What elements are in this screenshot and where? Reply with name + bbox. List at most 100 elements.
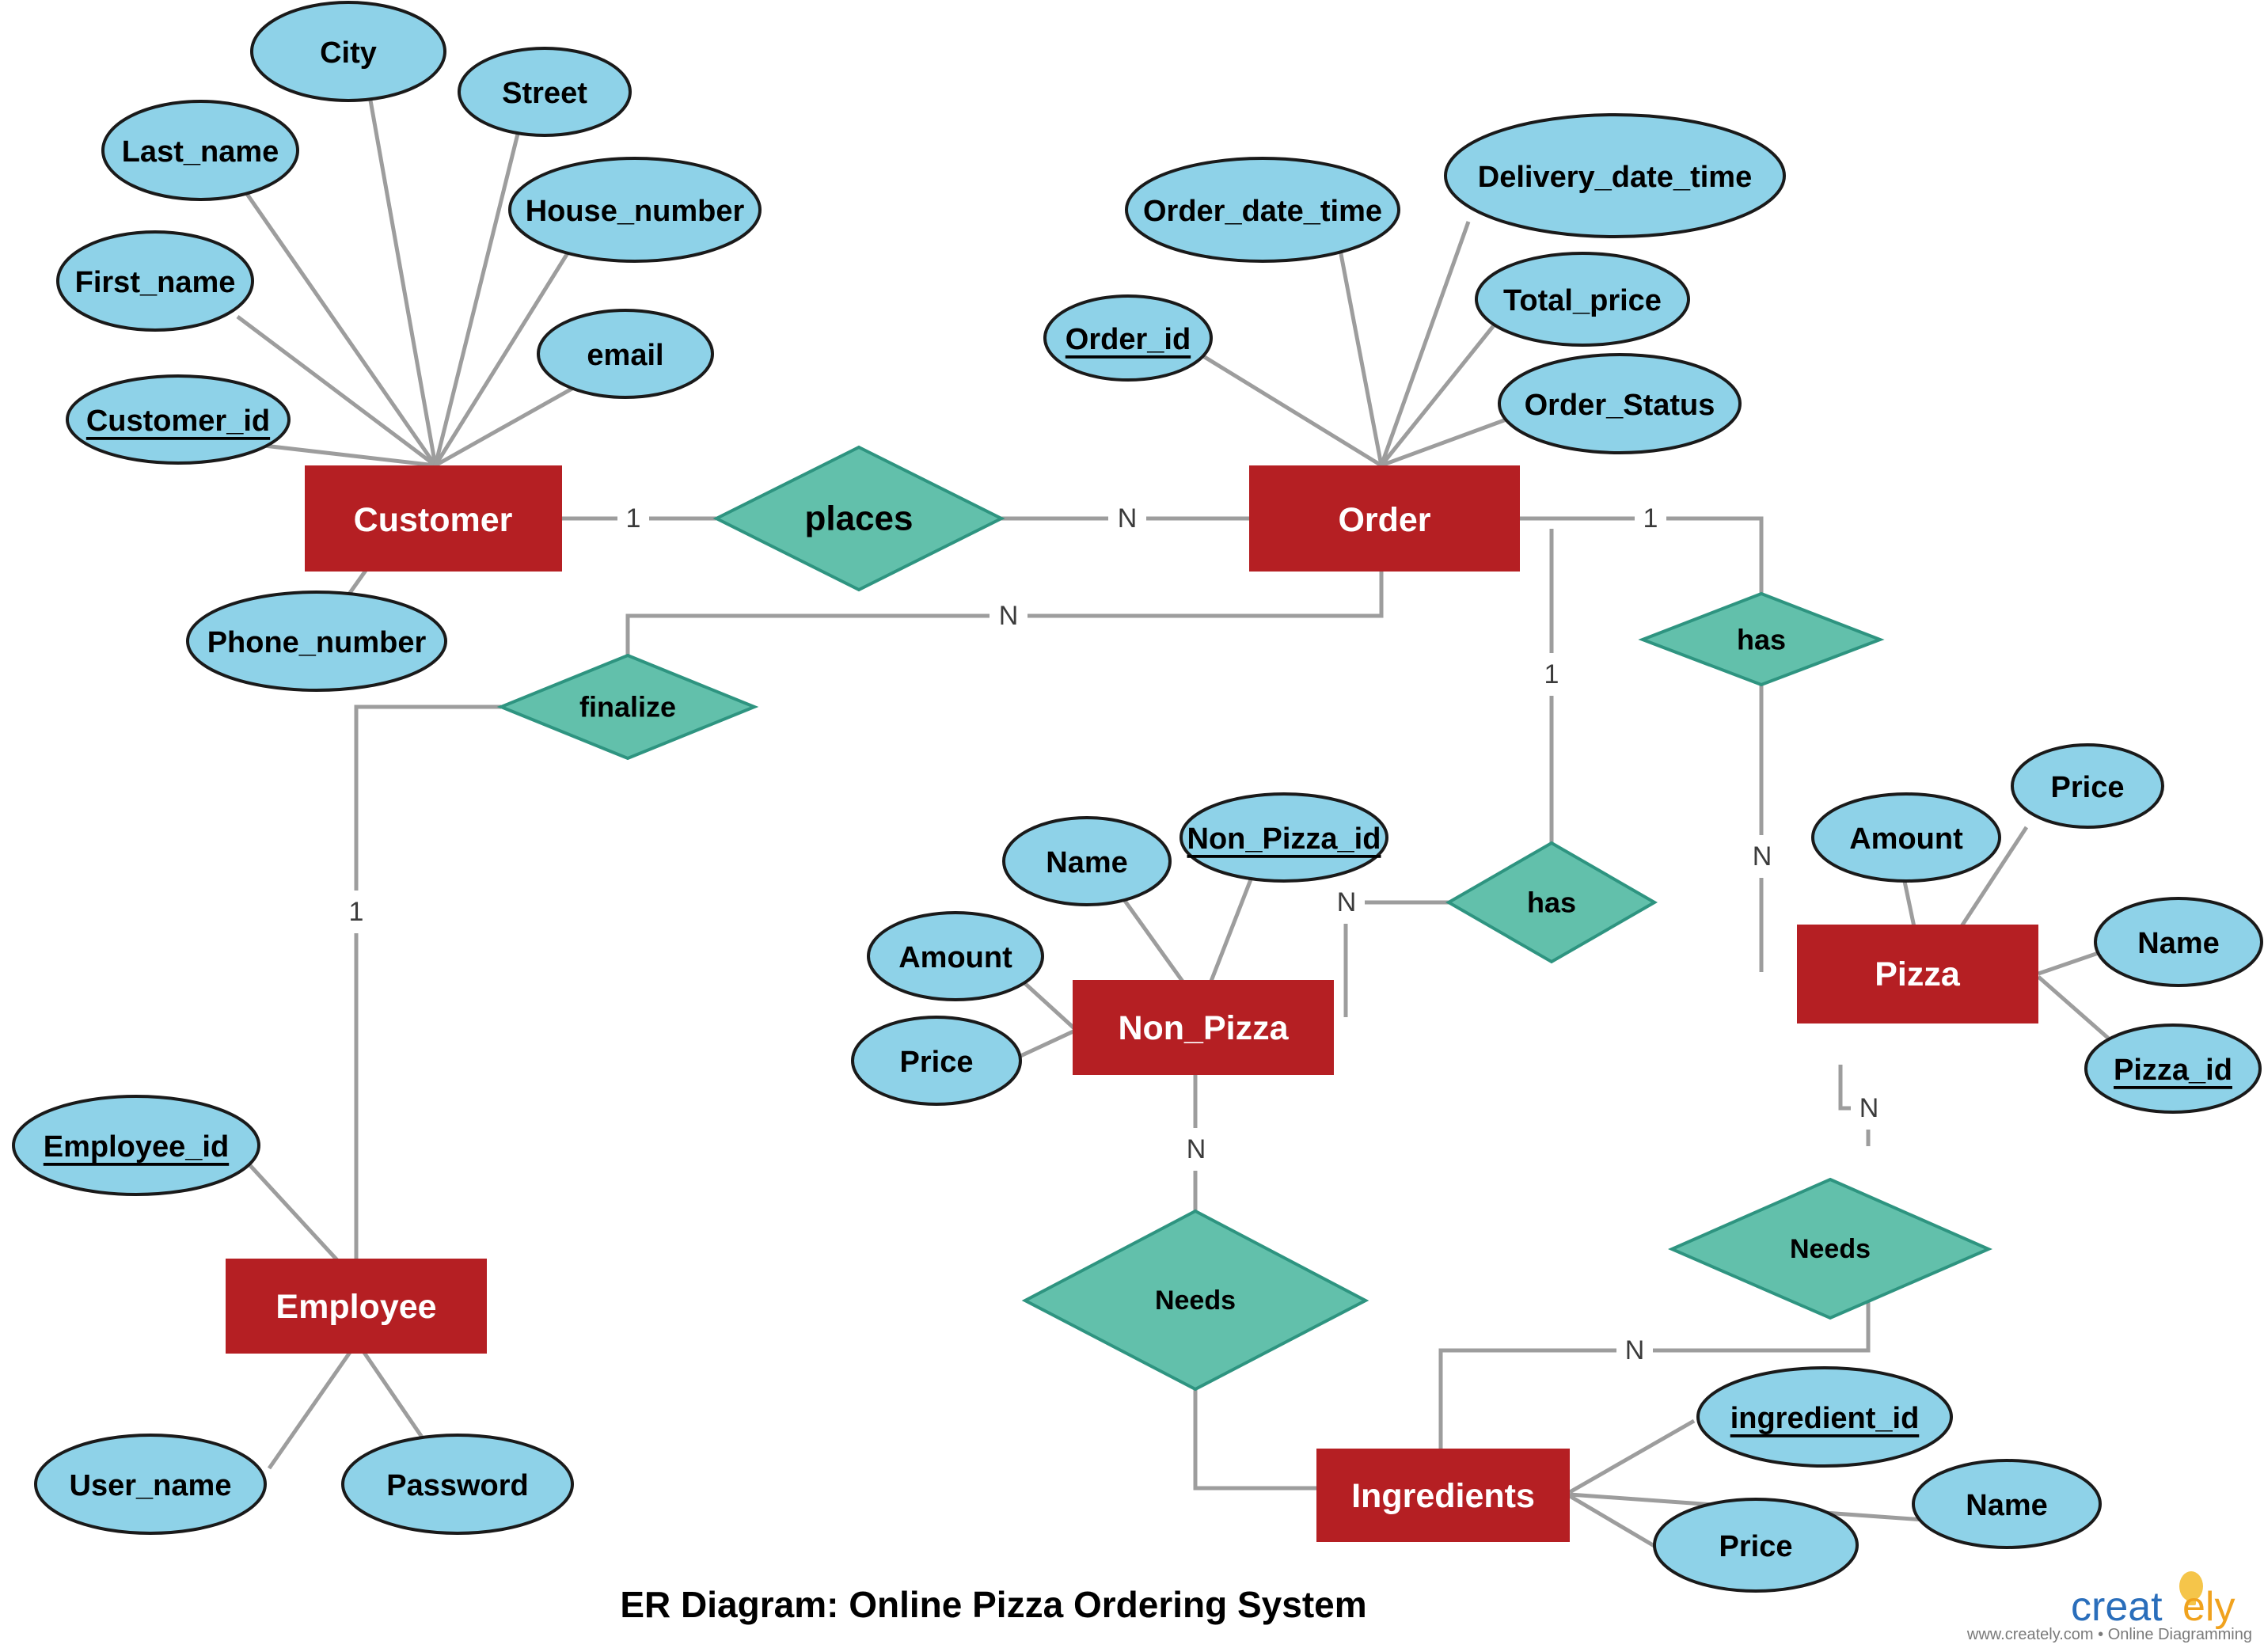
attribute-label: email: [587, 339, 663, 372]
attribute-ingredient-id[interactable]: ingredient_id: [1696, 1366, 1953, 1468]
er-diagram-canvas: City Street Last_name House_number First…: [12, 1, 2263, 1643]
cardinality-order-has-nonpizza: 1: [1544, 659, 1559, 689]
attribute-pizza-price[interactable]: Price: [2011, 743, 2164, 829]
entity-label: Order: [1338, 501, 1430, 539]
edge-ingredients-price: [1568, 1494, 1668, 1555]
edge-employee-user_name: [267, 1342, 359, 1470]
edge-customer-street: [433, 114, 525, 466]
entity-employee[interactable]: Employee: [226, 1259, 487, 1354]
relationship-label: has: [1527, 887, 1576, 919]
attribute-label: Order_date_time: [1143, 195, 1382, 228]
logo-brand-right: ely: [2182, 1584, 2235, 1630]
relationship-has-nonpizza[interactable]: has: [1445, 841, 1658, 964]
edge-has-nonpizza-nonpizza: [1343, 900, 1480, 1017]
edge-customer-city: [366, 86, 438, 466]
edge-order-delivery_date_time: [1379, 221, 1471, 466]
cardinality-needs-ingredients: N: [1625, 1335, 1645, 1365]
attribute-label: Price: [900, 1046, 974, 1079]
entity-label: Customer: [354, 501, 513, 539]
attribute-nonpizza-price[interactable]: Price: [851, 1016, 1022, 1106]
entity-ingredients[interactable]: Ingredients: [1316, 1449, 1570, 1542]
attribute-label: Pizza_id: [2114, 1054, 2232, 1087]
attribute-ingredients-name[interactable]: Name: [1912, 1459, 2102, 1549]
relationship-label: places: [805, 499, 914, 538]
attribute-nonpizza-name[interactable]: Name: [1002, 816, 1172, 906]
cardinality-layer: 1 N N 1 1 N 1 N N N N: [340, 497, 1887, 1372]
attribute-label: Name: [1046, 846, 1128, 879]
attribute-label: Customer_id: [86, 404, 270, 438]
cardinality-customer-places: 1: [626, 503, 641, 534]
attribute-user-name[interactable]: User_name: [34, 1434, 267, 1535]
attribute-label: Amount: [1849, 822, 1963, 856]
cardinality-finalize-employee: 1: [349, 897, 364, 927]
attribute-city[interactable]: City: [250, 1, 446, 102]
attribute-label: First_name: [75, 266, 236, 299]
attribute-non-pizza-id[interactable]: Non_Pizza_id: [1179, 792, 1388, 883]
cardinality-order-has-pizza: 1: [1643, 503, 1658, 534]
cardinality-has-nonpizza-nonpizza: N: [1337, 887, 1357, 917]
logo-tagline: www.creately.com • Online Diagramming: [1966, 1626, 2252, 1643]
attribute-email[interactable]: email: [537, 309, 714, 399]
entity-non-pizza[interactable]: Non_Pizza: [1073, 980, 1334, 1075]
creately-logo[interactable]: creat ely www.creately.com • Online Diag…: [1966, 1571, 2252, 1643]
attribute-label: Name: [1966, 1489, 2048, 1522]
attribute-nonpizza-amount[interactable]: Amount: [867, 911, 1044, 1001]
attribute-street[interactable]: Street: [458, 47, 632, 137]
attribute-delivery-date-time[interactable]: Delivery_date_time: [1444, 113, 1786, 238]
relationship-label: Needs: [1155, 1286, 1236, 1316]
attribute-label: Employee_id: [44, 1130, 229, 1164]
relationship-places[interactable]: places: [712, 445, 1005, 592]
relationship-finalize[interactable]: finalize: [496, 653, 759, 761]
entity-label: Employee: [275, 1288, 436, 1326]
attribute-pizza-name[interactable]: Name: [2094, 897, 2263, 987]
attribute-ingredients-price[interactable]: Price: [1653, 1498, 1859, 1593]
attribute-pizza-id[interactable]: Pizza_id: [2084, 1023, 2262, 1114]
attribute-customer-id[interactable]: Customer_id: [66, 374, 291, 465]
attribute-label: City: [320, 36, 377, 70]
entity-order[interactable]: Order: [1249, 465, 1520, 572]
attribute-label: Phone_number: [207, 626, 427, 659]
attribute-label: Order_Status: [1525, 389, 1715, 422]
entity-pizza[interactable]: Pizza: [1797, 925, 2038, 1023]
entity-label: Ingredients: [1351, 1477, 1535, 1515]
attribute-label: Delivery_date_time: [1478, 161, 1752, 194]
relationship-needs-left[interactable]: Needs: [1021, 1209, 1369, 1392]
page-title: ER Diagram: Online Pizza Ordering System: [620, 1584, 1366, 1625]
attribute-total-price[interactable]: Total_price: [1475, 252, 1690, 347]
attribute-password[interactable]: Password: [341, 1434, 574, 1535]
entity-customer[interactable]: Customer: [305, 465, 562, 572]
entity-label: Pizza: [1875, 955, 1961, 993]
attribute-label: Price: [2051, 771, 2125, 804]
attribute-label: Name: [2137, 927, 2220, 960]
attribute-house-number[interactable]: House_number: [508, 157, 762, 263]
edge-order-order_date_time: [1335, 237, 1384, 466]
attribute-employee-id[interactable]: Employee_id: [12, 1095, 260, 1196]
attribute-label: Price: [1719, 1530, 1793, 1563]
edge-ingredients-ingredient_id: [1568, 1418, 1696, 1494]
cardinality-pizza-needs: N: [1859, 1093, 1879, 1123]
attribute-label: ingredient_id: [1730, 1402, 1920, 1435]
relationship-needs-right[interactable]: Needs: [1668, 1177, 1992, 1320]
relationship-label: finalize: [579, 691, 676, 723]
attribute-label: Amount: [898, 941, 1012, 974]
attribute-label: House_number: [526, 195, 745, 228]
cardinality-places-order: N: [1118, 503, 1138, 534]
attribute-last-name[interactable]: Last_name: [101, 100, 299, 201]
attribute-order-date-time[interactable]: Order_date_time: [1125, 157, 1400, 263]
attribute-label: Password: [386, 1469, 529, 1502]
attribute-label: Last_name: [122, 135, 279, 169]
entity-label: Non_Pizza: [1118, 1009, 1289, 1047]
edge-finalize-employee: [354, 704, 501, 1281]
logo-brand-left: creat: [2071, 1584, 2163, 1630]
edge-order-order_id: [1202, 354, 1383, 468]
attribute-order-status[interactable]: Order_Status: [1498, 353, 1742, 454]
attribute-order-id[interactable]: Order_id: [1043, 294, 1213, 382]
attribute-pizza-amount[interactable]: Amount: [1811, 792, 2001, 883]
attribute-first-name[interactable]: First_name: [56, 230, 254, 332]
attribute-label: Order_id: [1066, 323, 1191, 356]
relationship-has-pizza[interactable]: has: [1638, 591, 1885, 687]
relationship-label: Needs: [1790, 1234, 1871, 1264]
attribute-phone-number[interactable]: Phone_number: [186, 591, 447, 692]
relationship-label: has: [1737, 624, 1786, 656]
cardinality-has-pizza-pizza: N: [1753, 841, 1772, 872]
